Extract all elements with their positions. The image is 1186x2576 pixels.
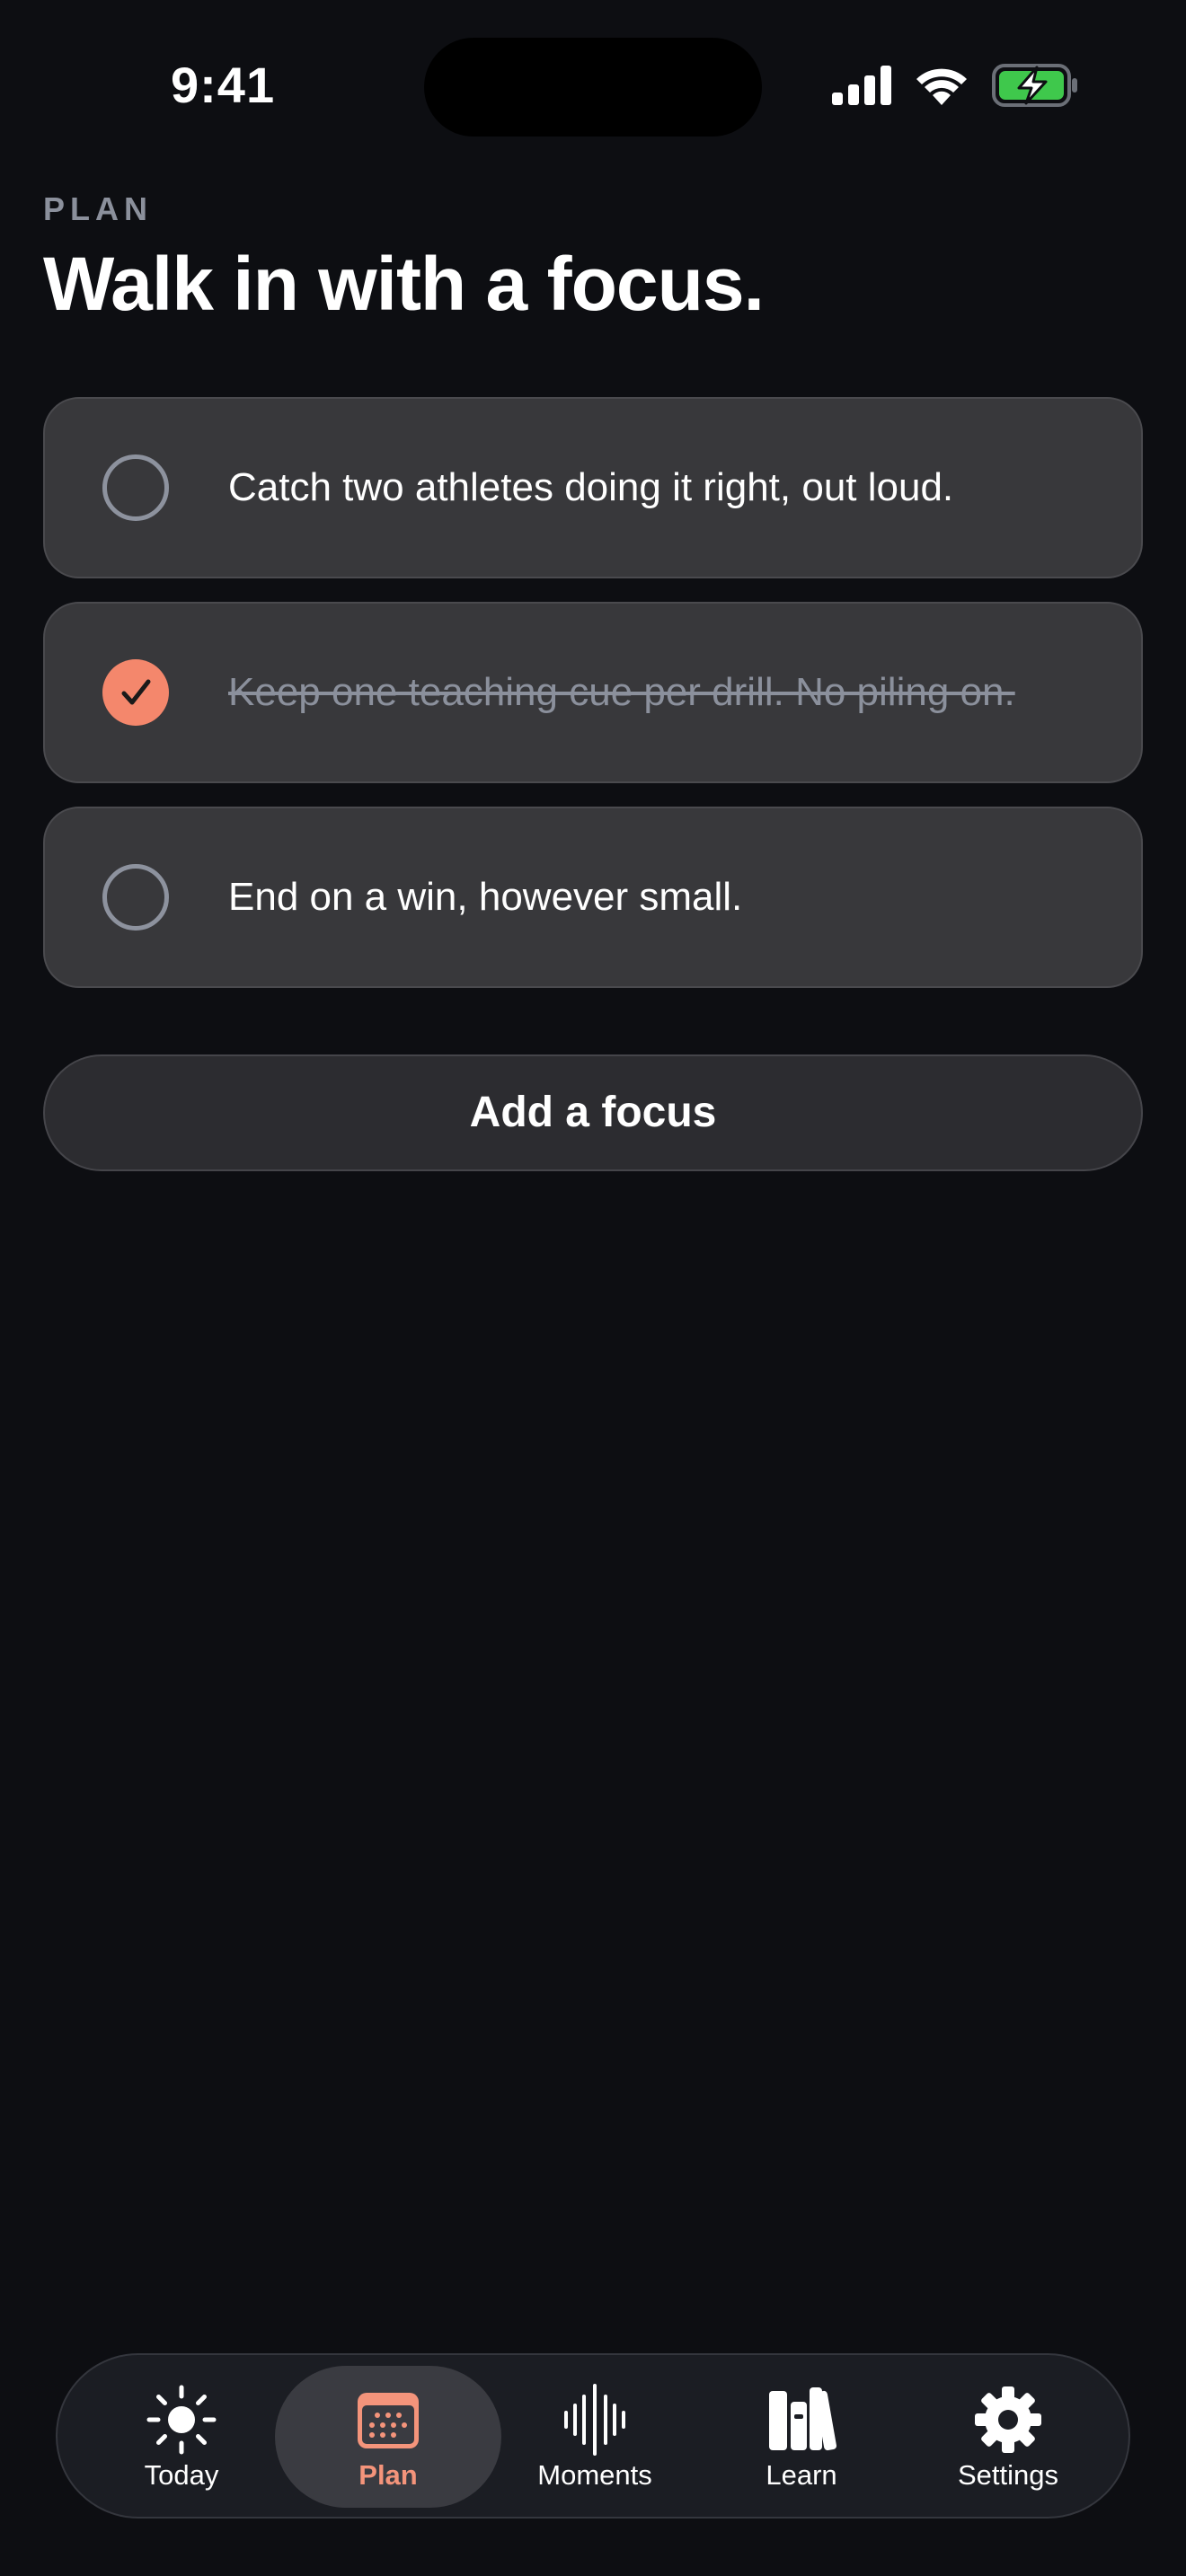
dynamic-island bbox=[424, 38, 762, 137]
sun-icon bbox=[146, 2384, 217, 2456]
focus-item[interactable]: End on a win, however small. bbox=[43, 807, 1143, 988]
focus-item-text: End on a win, however small. bbox=[228, 875, 743, 919]
tab-bar: Today Plan Moments Learn Settings bbox=[56, 2353, 1130, 2519]
tab-label: Learn bbox=[766, 2459, 837, 2491]
tab-settings[interactable]: Settings bbox=[895, 2366, 1121, 2508]
checkbox-unchecked-icon[interactable] bbox=[102, 454, 169, 521]
page-title: Walk in with a focus. bbox=[43, 242, 765, 326]
tab-plan[interactable]: Plan bbox=[275, 2366, 501, 2508]
section-eyebrow: PLAN bbox=[43, 190, 153, 227]
checkbox-unchecked-icon[interactable] bbox=[102, 864, 169, 931]
tab-moments[interactable]: Moments bbox=[482, 2366, 708, 2508]
status-bar: 9:41 bbox=[0, 0, 1186, 171]
tab-label: Plan bbox=[358, 2459, 418, 2491]
checkbox-checked-icon[interactable] bbox=[102, 659, 169, 726]
focus-list: Catch two athletes doing it right, out l… bbox=[43, 397, 1143, 1011]
tab-learn[interactable]: Learn bbox=[688, 2366, 915, 2508]
focus-item[interactable]: Keep one teaching cue per drill. No pili… bbox=[43, 602, 1143, 783]
wifi-icon bbox=[915, 66, 969, 110]
cellular-signal-icon bbox=[832, 65, 891, 110]
status-time: 9:41 bbox=[171, 57, 276, 113]
battery-charging-icon bbox=[992, 63, 1078, 111]
calendar-icon bbox=[352, 2384, 424, 2456]
tab-label: Today bbox=[144, 2459, 219, 2491]
tab-label: Settings bbox=[957, 2459, 1058, 2491]
focus-item-text: Keep one teaching cue per drill. No pili… bbox=[228, 670, 1015, 714]
waveform-icon bbox=[559, 2384, 631, 2456]
books-icon bbox=[766, 2384, 837, 2456]
plan-screen: 9:41 PLAN Walk in with a focus. Catch tw… bbox=[0, 0, 1186, 2576]
tab-label: Moments bbox=[537, 2459, 652, 2491]
tab-today[interactable]: Today bbox=[68, 2366, 295, 2508]
gear-icon bbox=[972, 2384, 1044, 2456]
add-focus-button[interactable]: Add a focus bbox=[43, 1054, 1143, 1171]
focus-item[interactable]: Catch two athletes doing it right, out l… bbox=[43, 397, 1143, 578]
focus-item-text: Catch two athletes doing it right, out l… bbox=[228, 465, 954, 509]
status-icons bbox=[832, 63, 1078, 111]
